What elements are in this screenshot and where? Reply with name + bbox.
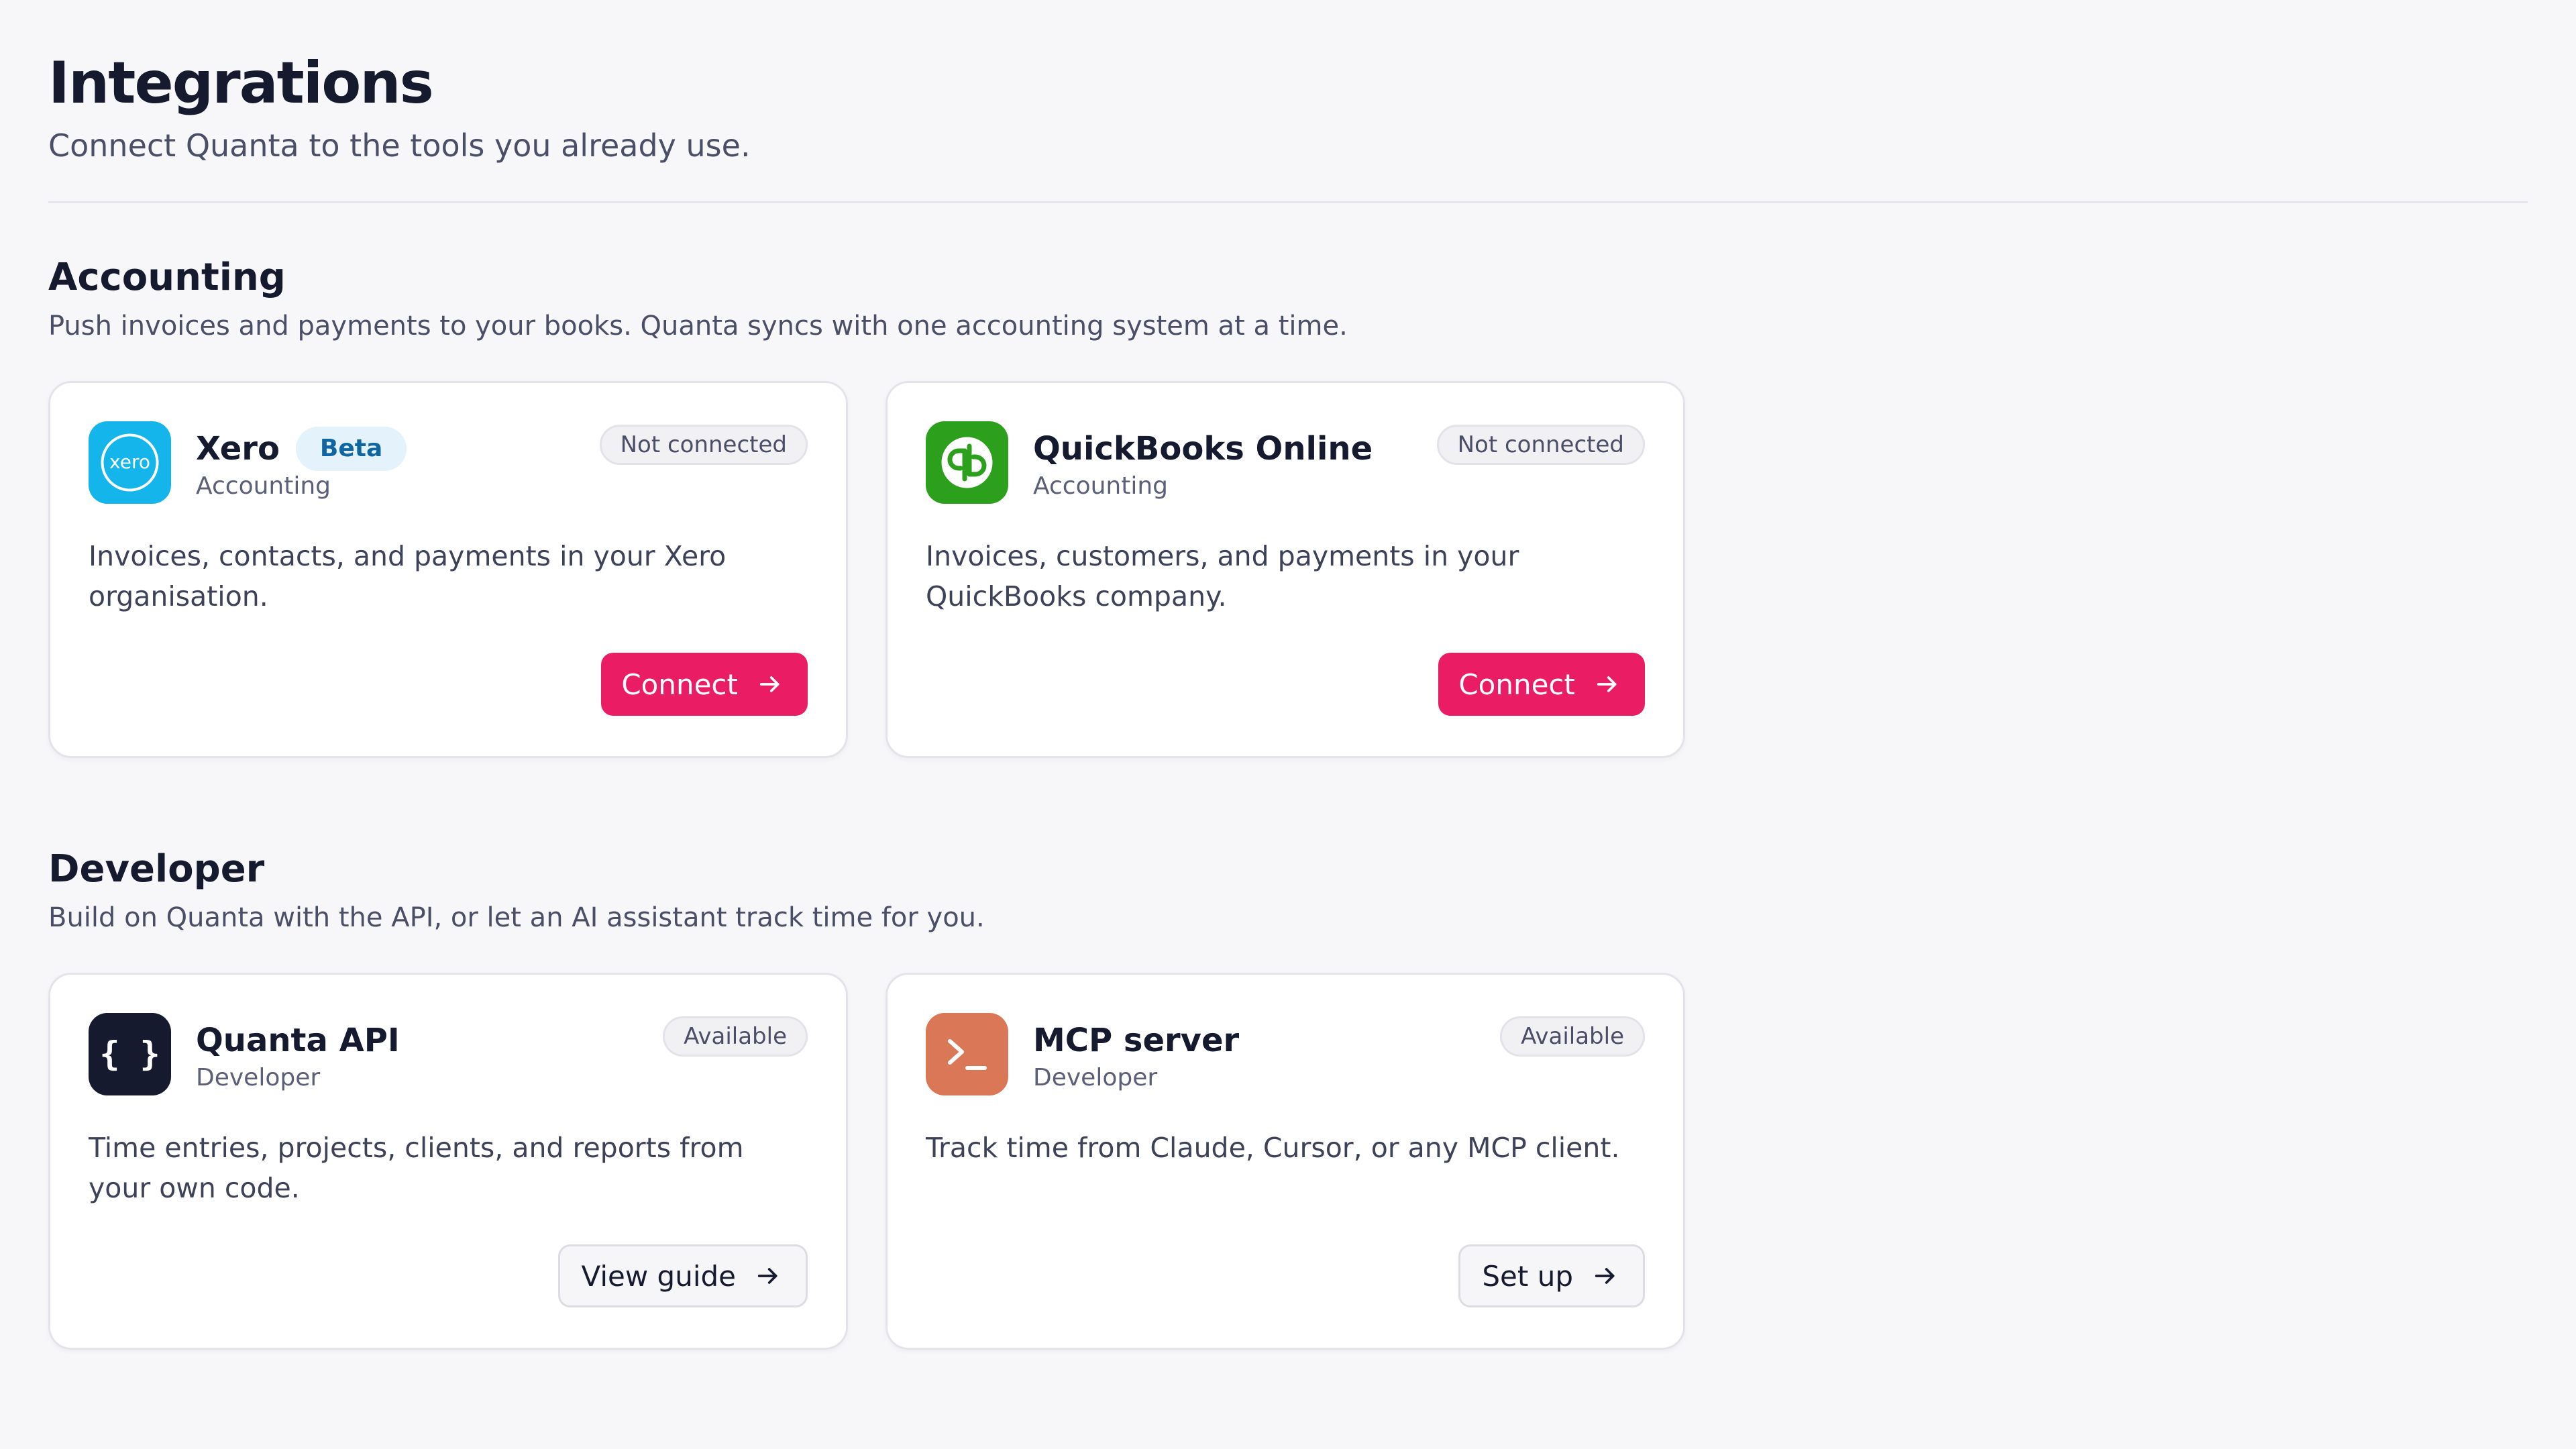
connect-quickbooks-button[interactable]: Connect	[1438, 653, 1645, 716]
integration-card-quanta-api: { } Quanta API Developer Available Time …	[48, 973, 848, 1350]
section-title-developer: Developer	[48, 847, 265, 891]
arrow-right-icon	[757, 671, 784, 698]
card-description: Time entries, projects, clients, and rep…	[89, 1132, 744, 1204]
api-logo-text: { }	[99, 1034, 160, 1073]
section-description-accounting: Push invoices and payments to your books…	[48, 311, 1348, 341]
card-category: Accounting	[196, 472, 331, 500]
card-category: Developer	[196, 1064, 321, 1091]
card-name: MCP server	[1033, 1022, 1240, 1059]
card-name: Xero	[196, 430, 280, 468]
card-name: Quanta API	[196, 1022, 400, 1059]
section-title-accounting: Accounting	[48, 256, 286, 299]
status-badge: Available	[1500, 1016, 1645, 1057]
beta-badge: Beta	[295, 427, 407, 471]
arrow-right-icon	[1594, 671, 1621, 698]
arrow-right-icon	[755, 1263, 782, 1289]
integrations-page: Integrations Connect Quanta to the tools…	[0, 0, 2576, 1449]
status-badge: Not connected	[599, 425, 808, 465]
integration-card-xero: xero Xero Beta Accounting Not connected …	[48, 381, 848, 758]
arrow-right-icon	[1592, 1263, 1619, 1289]
card-name: QuickBooks Online	[1033, 430, 1373, 468]
view-guide-button[interactable]: View guide	[557, 1244, 808, 1307]
page-title: Integrations	[48, 50, 434, 117]
integration-card-mcp-server: MCP server Developer Available Track tim…	[885, 973, 1685, 1350]
card-title-row: MCP server	[1033, 1016, 1239, 1065]
button-label: View guide	[581, 1259, 736, 1293]
status-badge: Available	[663, 1016, 808, 1057]
card-description: Track time from Claude, Cursor, or any M…	[926, 1132, 1620, 1164]
button-label: Connect	[1458, 667, 1575, 701]
card-title-row: QuickBooks Online	[1033, 425, 1373, 473]
xero-logo-icon: xero	[89, 421, 171, 504]
button-label: Set up	[1482, 1259, 1573, 1293]
quickbooks-logo-icon	[926, 421, 1008, 504]
terminal-prompt-icon	[926, 1013, 1008, 1095]
card-title-row: Xero Beta	[196, 425, 407, 473]
section-description-developer: Build on Quanta with the API, or let an …	[48, 902, 985, 933]
card-category: Accounting	[1033, 472, 1169, 500]
card-category: Developer	[1033, 1064, 1158, 1091]
set-up-button[interactable]: Set up	[1458, 1244, 1645, 1307]
card-description: Invoices, contacts, and payments in your…	[89, 540, 727, 612]
card-description: Invoices, customers, and payments in you…	[926, 540, 1519, 612]
status-badge: Not connected	[1436, 425, 1645, 465]
curly-braces-icon: { }	[89, 1013, 171, 1095]
button-label: Connect	[621, 667, 738, 701]
xero-logo-mark: xero	[101, 433, 159, 492]
connect-xero-button[interactable]: Connect	[601, 653, 808, 716]
card-title-row: Quanta API	[196, 1016, 400, 1065]
page-subtitle: Connect Quanta to the tools you already …	[48, 127, 751, 164]
header-divider	[48, 201, 2528, 203]
xero-logo-text: xero	[109, 451, 150, 473]
integration-card-quickbooks: QuickBooks Online Accounting Not connect…	[885, 381, 1685, 758]
